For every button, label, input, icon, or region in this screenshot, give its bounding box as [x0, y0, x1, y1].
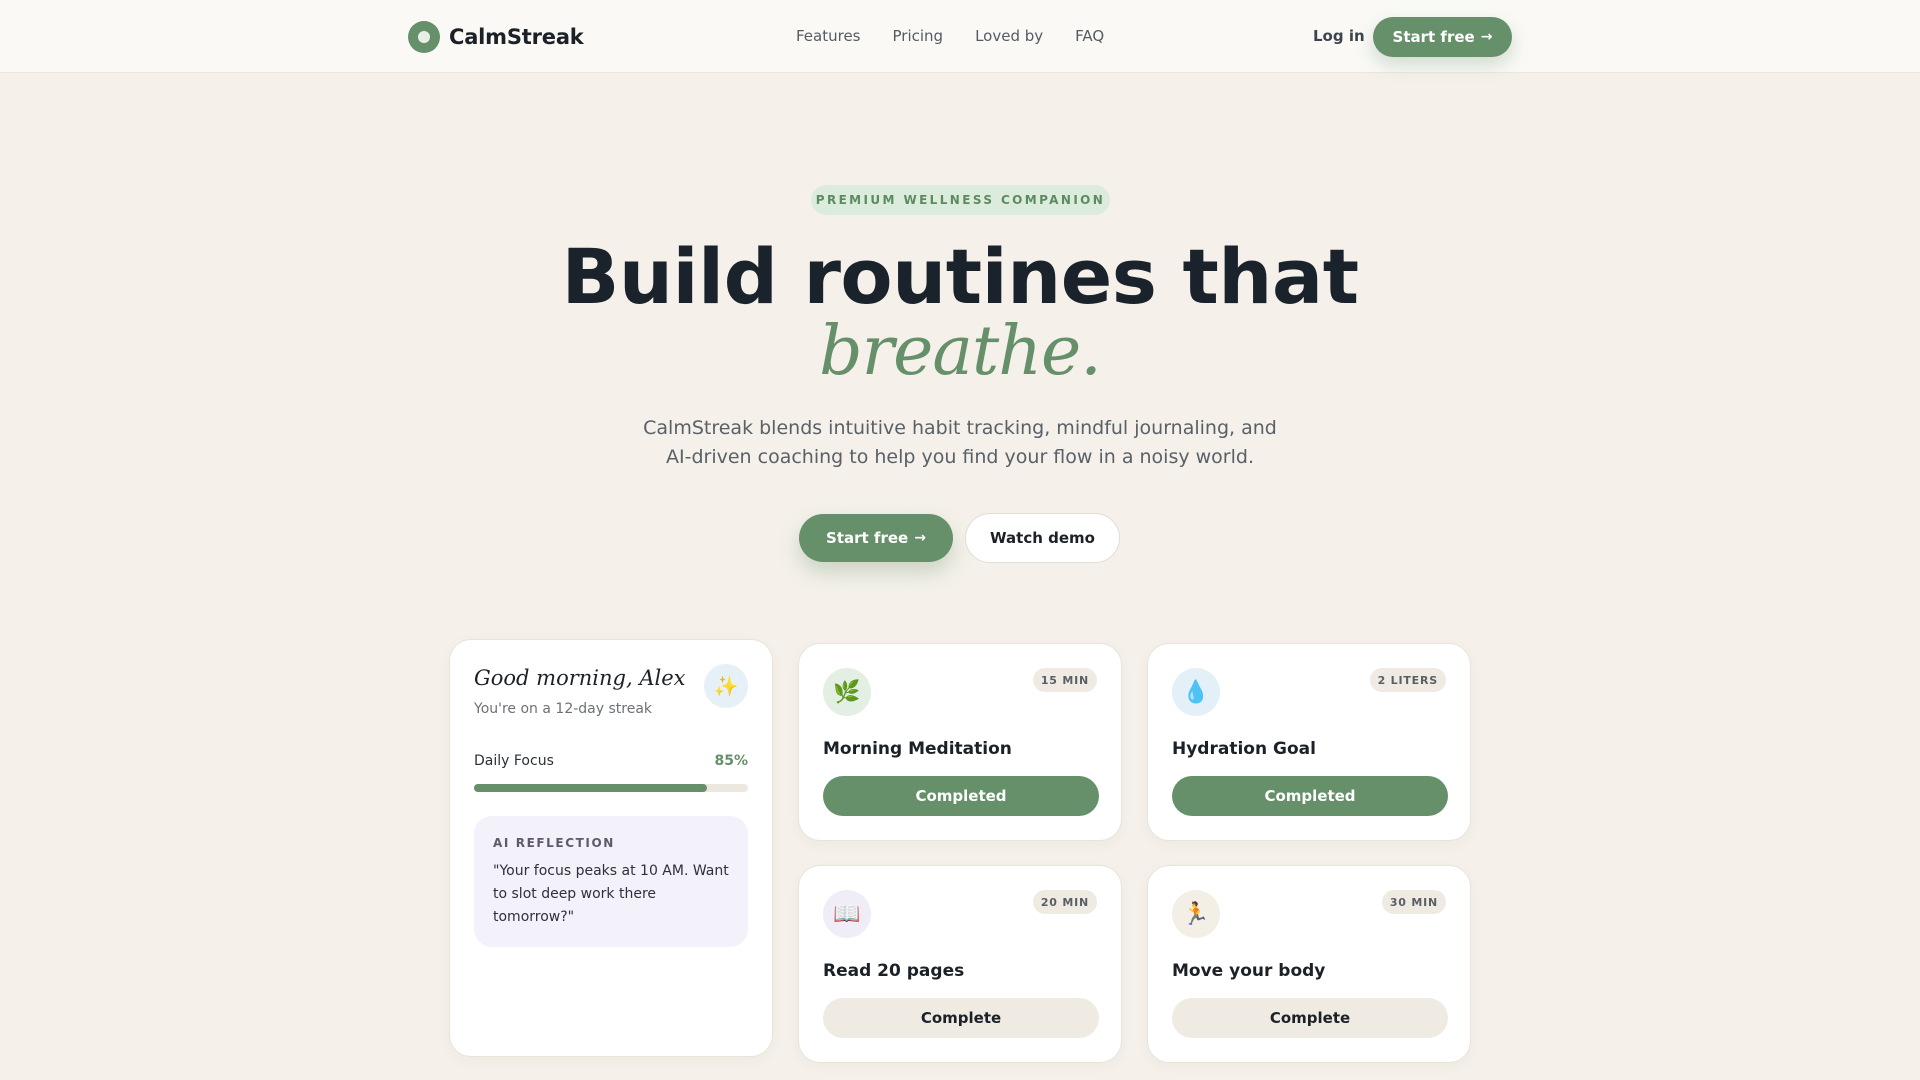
runner-icon: 🏃	[1172, 890, 1220, 938]
habit-duration-tag: 15 MIN	[1032, 668, 1097, 692]
watch-demo-button[interactable]: Watch demo	[965, 513, 1120, 563]
greeting-card: Good morning, Alex You're on a 12-day st…	[449, 639, 773, 1057]
hero-start-free-button[interactable]: Start free →	[799, 514, 953, 562]
nav-link-pricing[interactable]: Pricing	[893, 27, 944, 45]
hero-badge: PREMIUM WELLNESS COMPANION	[811, 185, 1110, 215]
book-icon: 📖	[823, 890, 871, 938]
habit-title: Hydration Goal	[1172, 739, 1316, 759]
top-nav: CalmStreak Features Pricing Loved by FAQ…	[0, 0, 1920, 73]
arrow-right-icon: →	[1480, 29, 1493, 45]
hero-title-accent: breathe.	[819, 312, 1102, 391]
nav-start-free-button[interactable]: Start free →	[1373, 17, 1512, 57]
brand-logo[interactable]: CalmStreak	[408, 21, 584, 53]
habit-title: Morning Meditation	[823, 739, 1012, 759]
greeting-title: Good morning, Alex	[474, 666, 686, 690]
daily-focus-progress-fill	[474, 784, 707, 792]
habit-duration-tag: 20 MIN	[1032, 890, 1097, 914]
habit-title: Move your body	[1172, 961, 1326, 981]
habit-duration-tag: 2 LITERS	[1369, 668, 1446, 692]
habit-card: 💧 2 LITERS Hydration Goal Completed	[1147, 643, 1471, 841]
daily-focus-progress	[474, 784, 748, 792]
habit-card: 🏃 30 MIN Move your body Complete	[1147, 865, 1471, 1063]
leaf-icon: 🌿	[823, 668, 871, 716]
arrow-right-icon: →	[914, 530, 926, 546]
nav-links: Features Pricing Loved by FAQ	[796, 27, 1104, 45]
habit-card: 📖 20 MIN Read 20 pages Complete	[798, 865, 1122, 1063]
nav-link-loved-by[interactable]: Loved by	[975, 27, 1043, 45]
hero-title: Build routines that	[561, 232, 1359, 321]
nav-link-faq[interactable]: FAQ	[1075, 27, 1104, 45]
ai-reflection-box: AI REFLECTION "Your focus peaks at 10 AM…	[474, 816, 748, 947]
hero-start-free-label: Start free	[826, 529, 909, 547]
logo-mark-icon	[408, 21, 440, 53]
daily-focus-label: Daily Focus	[474, 753, 554, 769]
hero-subtitle: CalmStreak blends intuitive habit tracki…	[643, 417, 1277, 468]
habit-complete-button[interactable]: Complete	[1172, 998, 1448, 1038]
habit-complete-button[interactable]: Completed	[823, 776, 1099, 816]
habit-complete-button[interactable]: Completed	[1172, 776, 1448, 816]
nav-start-free-label: Start free	[1392, 28, 1475, 46]
water-drop-icon: 💧	[1172, 668, 1220, 716]
ai-reflection-label: AI REFLECTION	[493, 836, 615, 850]
nav-link-features[interactable]: Features	[796, 27, 861, 45]
habit-title: Read 20 pages	[823, 961, 965, 981]
sparkle-icon: ✨	[704, 664, 748, 708]
streak-text: You're on a 12-day streak	[474, 701, 653, 717]
habit-duration-tag: 30 MIN	[1381, 890, 1446, 914]
ai-reflection-text: "Your focus peaks at 10 AM. Want to slot…	[493, 863, 729, 925]
brand-name: CalmStreak	[449, 25, 584, 49]
habit-complete-button[interactable]: Complete	[823, 998, 1099, 1038]
daily-focus-value: 85%	[714, 753, 748, 769]
habit-card: 🌿 15 MIN Morning Meditation Completed	[798, 643, 1122, 841]
login-link[interactable]: Log in	[1313, 27, 1365, 45]
